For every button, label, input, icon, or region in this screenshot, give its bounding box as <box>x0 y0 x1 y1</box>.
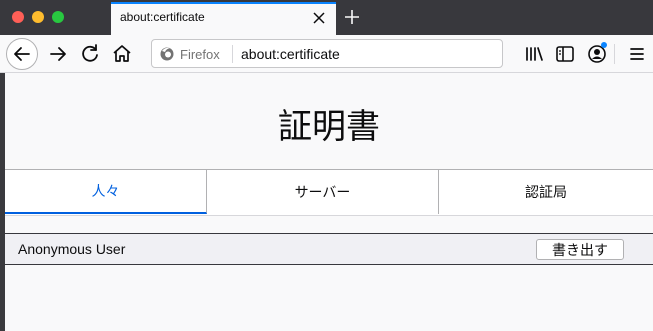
plus-icon[interactable] <box>342 7 362 27</box>
window-close-button[interactable] <box>12 11 24 23</box>
reload-icon[interactable] <box>78 42 102 66</box>
url-divider <box>232 45 233 63</box>
certificate-tabs: 人々 サーバー 認証局 <box>5 169 653 216</box>
back-button[interactable] <box>6 38 38 70</box>
url-input[interactable]: about:certificate <box>241 46 340 62</box>
library-icon[interactable] <box>522 42 546 66</box>
identity-label: Firefox <box>180 46 220 62</box>
close-icon[interactable] <box>312 11 326 25</box>
notification-badge <box>601 42 607 48</box>
hamburger-menu-icon[interactable] <box>625 42 649 66</box>
page-title: 証明書 <box>278 107 380 147</box>
window-maximize-button[interactable] <box>52 11 64 23</box>
navigation-toolbar: Firefox about:certificate <box>0 35 653 73</box>
window-minimize-button[interactable] <box>32 11 44 23</box>
tab-people[interactable]: 人々 <box>5 170 207 214</box>
sidebar-icon[interactable] <box>553 42 577 66</box>
tab-certificate-authorities[interactable]: 認証局 <box>439 170 653 214</box>
certificate-name: Anonymous User <box>18 241 126 257</box>
export-button[interactable]: 書き出す <box>536 239 624 260</box>
back-arrow-icon <box>14 47 30 61</box>
forward-arrow-icon[interactable] <box>46 42 70 66</box>
list-item[interactable]: Anonymous User 書き出す <box>5 233 653 265</box>
home-icon[interactable] <box>110 42 134 66</box>
identity-box[interactable]: Firefox <box>159 44 220 64</box>
page-content: 証明書 人々 サーバー 認証局 Anonymous User 書き出す <box>5 73 653 331</box>
tab-title: about:certificate <box>120 10 205 24</box>
url-bar[interactable]: Firefox about:certificate <box>151 39 503 68</box>
firefox-logo-icon <box>160 47 174 61</box>
tab-servers[interactable]: サーバー <box>207 170 439 214</box>
toolbar-divider <box>614 44 615 64</box>
tab-strip: about:certificate <box>0 0 653 35</box>
browser-tab[interactable]: about:certificate <box>111 2 336 35</box>
